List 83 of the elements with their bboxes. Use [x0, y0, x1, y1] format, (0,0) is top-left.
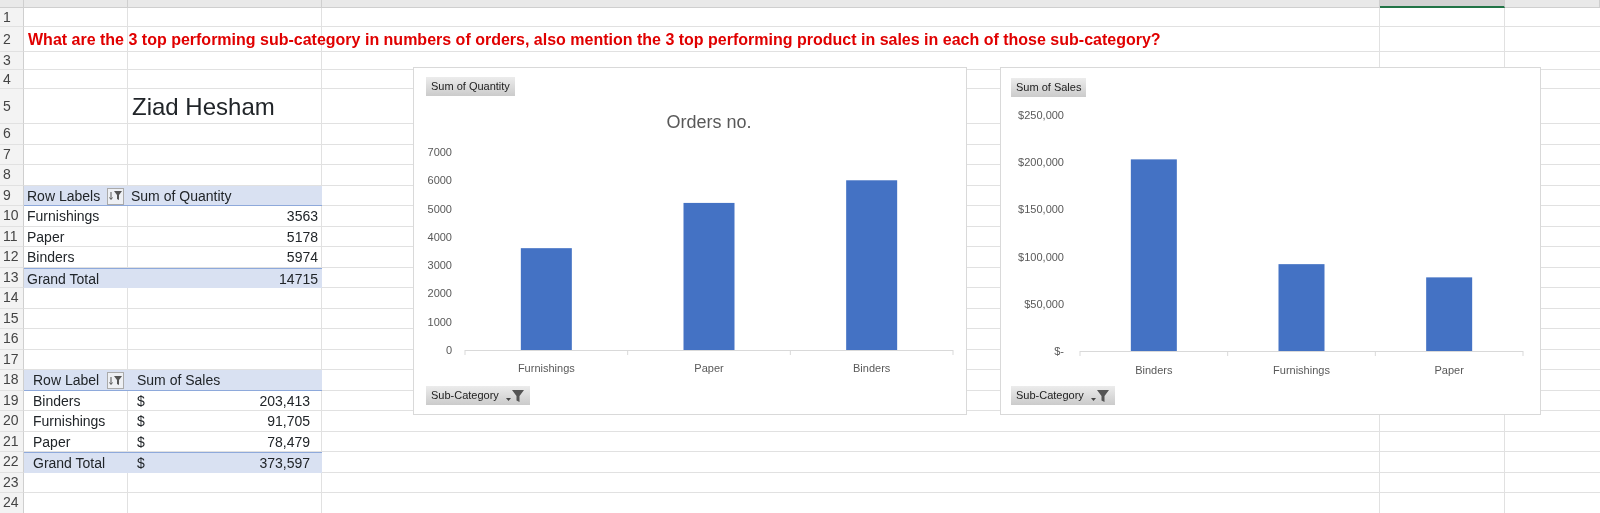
filter-icon: [1089, 388, 1110, 403]
row-number[interactable]: 21: [0, 431, 24, 452]
row-number[interactable]: 11: [0, 226, 24, 247]
axis-field-button[interactable]: Sub-Category: [426, 386, 530, 405]
tick-label: $100,000: [1018, 250, 1064, 263]
row-number[interactable]: 13: [0, 267, 24, 288]
select-all-corner[interactable]: [0, 0, 24, 8]
column-header-label: Sum of Sales: [137, 371, 221, 390]
tick-label: $200,000: [1018, 156, 1064, 169]
currency-symbol: $: [137, 432, 145, 452]
filter-icon: [504, 388, 525, 403]
row-label: Binders: [33, 391, 81, 411]
tick-label: 3000: [427, 259, 452, 272]
value-text: 91,705: [267, 412, 310, 431]
row-number[interactable]: 6: [0, 124, 24, 145]
row-number[interactable]: 10: [0, 206, 24, 227]
category-label: Furnishings: [517, 362, 575, 374]
tick-label: 6000: [427, 174, 452, 187]
row-number[interactable]: 24: [0, 493, 24, 513]
row-label: Binders: [27, 248, 75, 267]
row-label: Paper: [33, 432, 71, 452]
row-number[interactable]: 5: [0, 89, 24, 124]
row-label: Grand Total: [33, 454, 106, 473]
column-header[interactable]: [1380, 0, 1505, 8]
tick-label: 2000: [427, 287, 452, 300]
currency-symbol: $: [137, 391, 145, 411]
row-label: Furnishings: [33, 412, 106, 431]
row-number[interactable]: 2: [0, 27, 24, 52]
tick-label: 7000: [427, 146, 452, 158]
row-label: Paper: [27, 227, 65, 247]
tick-label: 4000: [427, 230, 452, 243]
row-number[interactable]: 17: [0, 349, 24, 370]
value-text: 14715: [279, 269, 318, 289]
tick-label: $-: [1054, 345, 1064, 357]
row-number[interactable]: 15: [0, 308, 24, 329]
row-number[interactable]: 12: [0, 247, 24, 268]
value-field-button[interactable]: Sum of Sales: [1011, 78, 1087, 97]
tick-label: $250,000: [1018, 109, 1064, 121]
row-number[interactable]: 9: [0, 185, 24, 206]
row-number[interactable]: 8: [0, 165, 24, 186]
category-label: Binders: [1135, 364, 1173, 376]
value-text: 203,413: [259, 391, 310, 411]
tick-label: 0: [445, 344, 452, 356]
value-text: 78,479: [267, 432, 310, 452]
tick-label: $50,000: [1024, 297, 1064, 310]
column-header-label: Sum of Quantity: [131, 186, 232, 206]
axis-field-button[interactable]: Sub-Category: [1011, 386, 1115, 405]
row-number[interactable]: 14: [0, 288, 24, 309]
row-number[interactable]: 18: [0, 370, 24, 391]
category-label: Paper: [1434, 364, 1464, 376]
filter-button[interactable]: [107, 372, 124, 389]
row-number[interactable]: 3: [0, 52, 24, 70]
tick-label: $150,000: [1018, 203, 1064, 216]
category-label: Paper: [694, 362, 724, 374]
value-text: 5178: [286, 227, 318, 247]
row-number[interactable]: 1: [0, 8, 24, 27]
row-number[interactable]: 16: [0, 329, 24, 350]
row-number[interactable]: 7: [0, 144, 24, 165]
value-field-button[interactable]: Sum of Quantity: [426, 77, 515, 96]
row-number[interactable]: 22: [0, 452, 24, 473]
row-number[interactable]: 23: [0, 472, 24, 493]
row-number[interactable]: 19: [0, 390, 24, 411]
row-number[interactable]: 4: [0, 70, 24, 89]
filter-icon: [109, 374, 122, 387]
filter-icon: [109, 190, 122, 202]
value-text: 5974: [286, 248, 318, 267]
value-text: 373,597: [259, 454, 310, 473]
category-label: Binders: [853, 362, 891, 374]
currency-symbol: $: [137, 454, 145, 473]
tick-label: 1000: [427, 315, 452, 328]
author-name: Ziad Hesham: [131, 91, 276, 122]
chart-title: Orders no.: [666, 112, 752, 132]
row-label: Grand Total: [27, 269, 100, 289]
row-label: Furnishings: [27, 207, 100, 226]
question-text: What are the 3 top performing sub-category in numbers of orders, also mention the 3 top performing product in sales in each of those sub-category?: [27, 29, 1162, 50]
column-header-label: Row Label: [33, 371, 100, 390]
row-number[interactable]: 20: [0, 411, 24, 432]
value-text: 3563: [286, 207, 318, 226]
category-label: Furnishings: [1273, 364, 1330, 376]
currency-symbol: $: [137, 412, 145, 431]
column-header-label: Row Labels: [27, 186, 101, 206]
tick-label: 5000: [427, 202, 452, 215]
filter-button[interactable]: [107, 187, 124, 205]
